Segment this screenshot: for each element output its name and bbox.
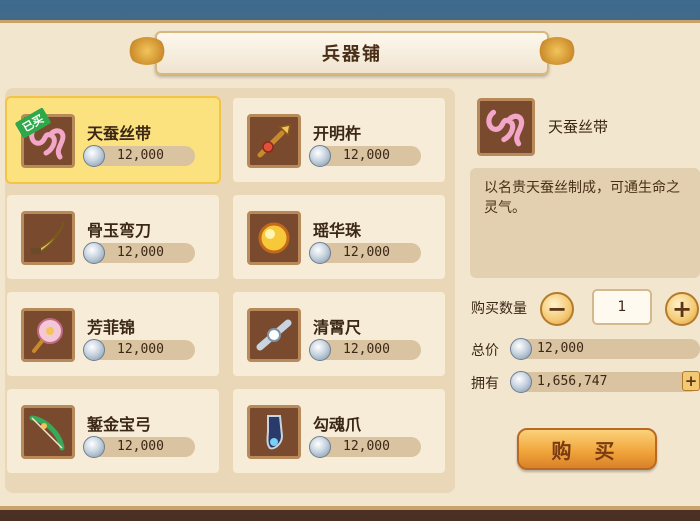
- flower-fan-icon: [21, 308, 75, 362]
- curved-blade-icon: [21, 211, 75, 265]
- detail-item-name: 天蚕丝带: [548, 118, 609, 136]
- silver-coin-icon: [309, 242, 331, 264]
- total-price-value: 12,000: [537, 341, 584, 356]
- item-price: 12,000: [343, 342, 390, 357]
- item-price: 12,000: [343, 148, 390, 163]
- ornament-right-icon: [537, 37, 577, 65]
- item-description: 以名贵天蚕丝制成，可通生命之灵气。: [470, 168, 700, 278]
- item-card-silk-ribbon[interactable]: 已买 天蚕丝带 12,000: [5, 96, 221, 184]
- item-price: 12,000: [343, 245, 390, 260]
- price-bar: 12,000: [309, 436, 421, 458]
- ornament-left-icon: [127, 37, 167, 65]
- price-bar: 12,000: [83, 242, 195, 264]
- item-card-ruler[interactable]: 清霄尺 12,000: [231, 290, 447, 378]
- item-price: 12,000: [117, 148, 164, 163]
- item-price: 12,000: [117, 439, 164, 454]
- item-name: 天蚕丝带: [87, 124, 152, 143]
- decrease-quantity-button[interactable]: −: [540, 292, 574, 326]
- price-bar: 12,000: [83, 339, 195, 361]
- window-title: 兵器铺: [322, 44, 382, 65]
- silver-coin-icon: [510, 338, 532, 360]
- silver-coin-icon: [83, 339, 105, 361]
- owned-label: 拥有: [471, 376, 499, 392]
- silver-coin-icon: [510, 371, 532, 393]
- price-bar: 12,000: [309, 339, 421, 361]
- title-banner: 兵器铺: [127, 31, 577, 75]
- item-detail-panel: 天蚕丝带 以名贵天蚕丝制成，可通生命之灵气。 购买数量 − 1 + 总价 12,…: [465, 88, 700, 493]
- add-currency-button[interactable]: +: [682, 371, 700, 391]
- silver-coin-icon: [309, 339, 331, 361]
- item-price: 12,000: [117, 245, 164, 260]
- silver-coin-icon: [83, 145, 105, 167]
- item-name: 芳菲锦: [87, 318, 136, 337]
- orb-icon: [247, 211, 301, 265]
- item-name: 錾金宝弓: [87, 415, 152, 434]
- quantity-input[interactable]: 1: [592, 289, 652, 325]
- buy-button[interactable]: 购 买: [517, 428, 657, 470]
- pestle-icon: [247, 114, 301, 168]
- silver-coin-icon: [309, 145, 331, 167]
- total-price-bar: 12,000: [510, 338, 700, 360]
- silver-coin-icon: [83, 242, 105, 264]
- item-name: 清霄尺: [313, 318, 362, 337]
- price-bar: 12,000: [83, 436, 195, 458]
- item-card-flower-fan[interactable]: 芳菲锦 12,000: [5, 290, 221, 378]
- price-bar: 12,000: [309, 242, 421, 264]
- item-card-orb[interactable]: 瑶华珠 12,000: [231, 193, 447, 281]
- item-price: 12,000: [343, 439, 390, 454]
- item-price: 12,000: [117, 342, 164, 357]
- total-price-label: 总价: [471, 343, 499, 359]
- silver-coin-icon: [309, 436, 331, 458]
- owned-balance-bar: 1,656,747: [510, 371, 700, 393]
- silver-coin-icon: [83, 436, 105, 458]
- item-name: 骨玉弯刀: [87, 221, 152, 240]
- item-name: 瑶华珠: [313, 221, 362, 240]
- item-card-curved-blade[interactable]: 骨玉弯刀 12,000: [5, 193, 221, 281]
- item-name: 开明杵: [313, 124, 362, 143]
- price-bar: 12,000: [83, 145, 195, 167]
- shop-window: 兵器铺 已买 天蚕丝带 12,000 开明杵 12,000 骨玉弯刀 12,00…: [0, 20, 700, 510]
- item-card-pestle[interactable]: 开明杵 12,000: [231, 96, 447, 184]
- silk-ribbon-icon: [477, 98, 535, 156]
- item-card-claw[interactable]: 勾魂爪 12,000: [231, 387, 447, 475]
- item-name: 勾魂爪: [313, 415, 362, 434]
- owned-balance-value: 1,656,747: [537, 374, 608, 389]
- price-bar: 12,000: [309, 145, 421, 167]
- item-card-bow[interactable]: 錾金宝弓 12,000: [5, 387, 221, 475]
- ruler-icon: [247, 308, 301, 362]
- increase-quantity-button[interactable]: +: [665, 292, 699, 326]
- item-grid: 已买 天蚕丝带 12,000 开明杵 12,000 骨玉弯刀 12,000 瑶华…: [5, 88, 455, 493]
- quantity-label: 购买数量: [471, 301, 527, 317]
- bow-icon: [21, 405, 75, 459]
- claw-icon: [247, 405, 301, 459]
